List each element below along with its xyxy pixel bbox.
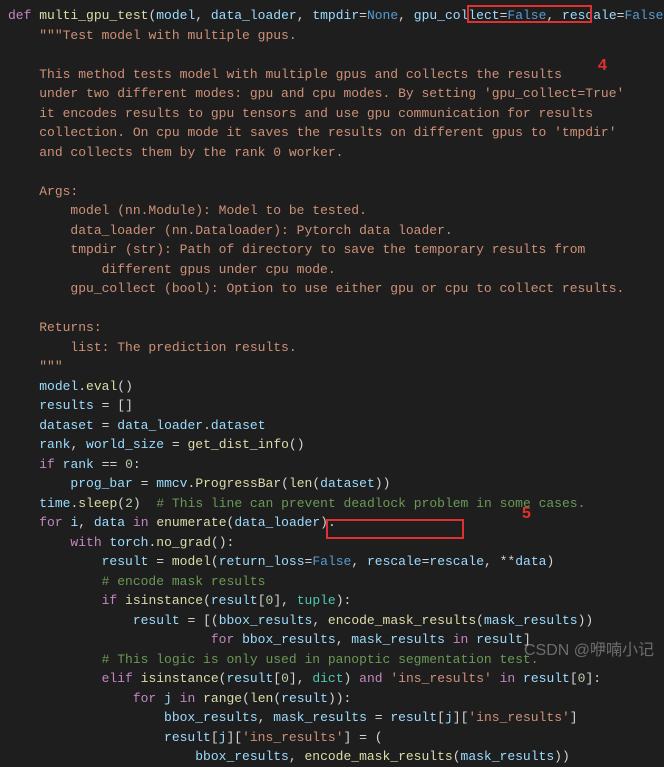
function-name: multi_gpu_test: [39, 8, 148, 23]
annotation-label-5: 5: [522, 502, 531, 526]
keyword-def: def: [8, 8, 31, 23]
watermark-text: CSDN @咿喃小记: [524, 639, 654, 663]
annotation-label-4: 4: [598, 54, 607, 78]
